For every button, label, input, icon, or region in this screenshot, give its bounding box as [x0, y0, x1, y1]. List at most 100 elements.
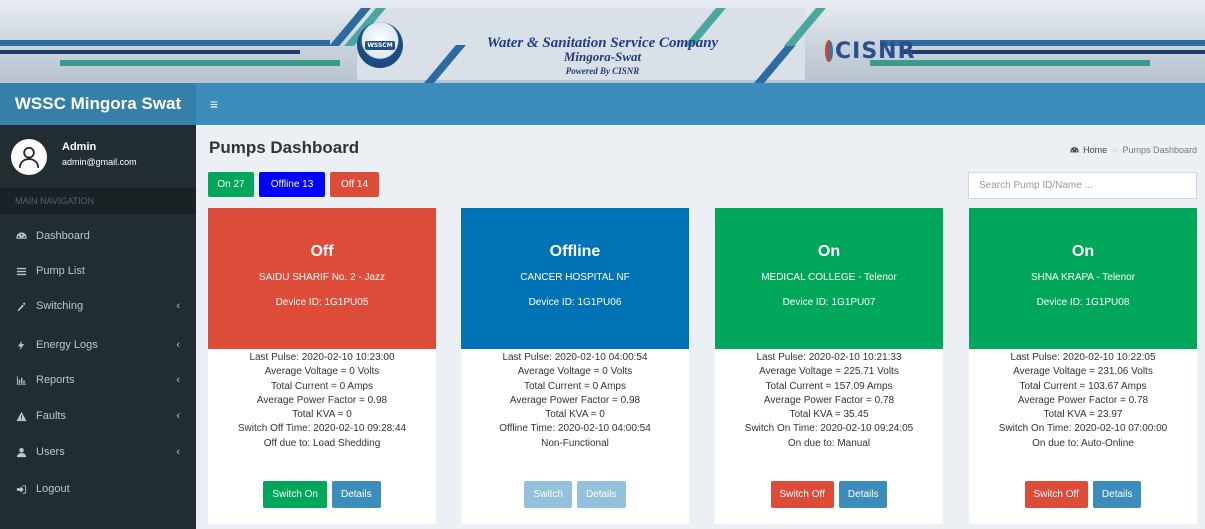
switch-button[interactable]: Switch On [263, 481, 327, 508]
page-title: Pumps Dashboard [209, 138, 360, 157]
breadcrumb: Home > Pumps Dashboard [1070, 145, 1197, 155]
pump-device-id: Device ID: 1G1PU07 [782, 297, 876, 308]
pump-card-header: On SHNA KRAPA - Telenor Device ID: 1G1PU08 [969, 208, 1197, 349]
pump-detail-line: Total Current = 0 Amps [271, 380, 373, 392]
search-input[interactable] [968, 172, 1197, 199]
bolt-icon [16, 340, 34, 351]
pump-detail-line: Average Voltage = 225.71 Volts [759, 366, 899, 378]
user-avatar-icon [18, 146, 40, 168]
switch-button[interactable]: Switch Off [1024, 481, 1088, 508]
user-icon [16, 447, 34, 458]
pump-detail-line: Switch On Time: 2020-02-10 09:24:05 [744, 423, 914, 435]
user-panel: Admin admin@gmail.com [0, 125, 196, 188]
nav-header: MAIN NAVIGATION [0, 188, 196, 214]
chevron-left-icon: ‹ [176, 339, 180, 351]
hamburger-icon[interactable]: ≡ [205, 95, 223, 113]
pump-detail-line: On due to: Auto-Online [1032, 437, 1134, 449]
cisnr-logo: CISNR [825, 38, 915, 64]
banner-stripe [0, 50, 300, 54]
switch-button[interactable]: Switch Off [770, 481, 834, 508]
breadcrumb-current: Pumps Dashboard [1122, 145, 1197, 155]
banner-stripe [60, 60, 340, 66]
pump-card: On SHNA KRAPA - Telenor Device ID: 1G1PU08… [969, 208, 1197, 524]
logout-icon [16, 484, 34, 495]
details-button[interactable]: Details [838, 481, 888, 508]
pump-detail-line: Last Pulse: 2020-02-10 10:23:00 [249, 352, 395, 363]
pump-name: CANCER HOSPITAL NF [520, 272, 630, 283]
pump-detail-line: Non-Functional [541, 437, 609, 449]
powered-by: Powered By CISNR [565, 66, 640, 76]
details-button[interactable]: Details [332, 481, 381, 508]
sidebar: Admin admin@gmail.com MAIN NAVIGATION Da… [0, 125, 196, 529]
sidebar-item-faults[interactable]: Faults ‹ [0, 401, 196, 431]
pump-card-header: Off SAIDU SHARIF No. 2 - Jazz Device ID: 1… [208, 208, 436, 349]
user-email: admin@gmail.com [62, 157, 137, 167]
pump-device-id: Device ID: 1G1PU08 [1036, 297, 1130, 308]
pump-detail-line: Total KVA = 0 [292, 409, 352, 421]
sidebar-item-label: Logout [36, 483, 70, 495]
pump-detail-line: Last Pulse: 2020-02-10 04:00:54 [502, 352, 648, 363]
pump-detail-line: Off due to: Load Shedding [263, 437, 381, 449]
breadcrumb-home-link[interactable]: Home [1070, 145, 1107, 155]
sidebar-item-logout[interactable]: Logout [0, 474, 196, 504]
filter-on-button[interactable]: On 27 [208, 172, 254, 197]
filter-off-button[interactable]: Off 14 [330, 172, 379, 197]
switch-button: Switch [524, 481, 572, 508]
chevron-left-icon: ‹ [176, 300, 180, 312]
pump-detail-line: Average Power Factor = 0.98 [509, 394, 641, 406]
sidebar-item-pump-list[interactable]: Pump List [0, 256, 196, 286]
banner-stripe [880, 40, 1205, 46]
pump-detail-line: Switch Off Time: 2020-02-10 09:28:44 [237, 423, 407, 435]
sidebar-item-label: Energy Logs [36, 339, 98, 351]
pump-card: Off SAIDU SHARIF No. 2 - Jazz Device ID: 1… [208, 208, 436, 524]
details-button[interactable]: Details [1092, 481, 1142, 508]
filter-offline-button[interactable]: Offline 13 [259, 172, 325, 197]
pump-detail-line: Last Pulse: 2020-02-10 10:21:33 [756, 352, 902, 363]
sidebar-item-energy-logs[interactable]: Energy Logs ‹ [0, 330, 196, 360]
pump-status: On [1071, 243, 1095, 260]
sidebar-item-label: Reports [36, 374, 75, 386]
pump-card: Offline CANCER HOSPITAL NF Device ID: 1G1P… [461, 208, 689, 524]
banner-title: Water & Sanitation Service Company Mingo… [470, 36, 735, 78]
dashboard-icon [16, 231, 34, 242]
sidebar-item-dashboard[interactable]: Dashboard [0, 221, 196, 251]
banner-stripe [900, 50, 1205, 54]
sidebar-item-users[interactable]: Users ‹ [0, 437, 196, 467]
chevron-left-icon: ‹ [176, 410, 180, 422]
pump-status: Off [310, 243, 334, 260]
pump-detail-line: Total KVA = 23.97 [1043, 409, 1123, 421]
pump-detail-line: Total KVA = 0 [545, 409, 605, 421]
banner-stripe [0, 40, 330, 46]
switch-icon [16, 301, 34, 312]
user-name: Admin [62, 141, 97, 153]
sidebar-item-label: Faults [36, 410, 66, 422]
app-brand[interactable]: WSSC Mingora Swat [0, 83, 196, 125]
dashboard-icon [1070, 146, 1079, 152]
pump-status: On [817, 243, 841, 260]
pump-detail-line: Average Power Factor = 0.98 [256, 394, 388, 406]
sidebar-item-switching[interactable]: Switching ‹ [0, 291, 196, 321]
pump-device-id: Device ID: 1G1PU06 [528, 297, 622, 308]
breadcrumb-separator: > [1112, 145, 1118, 155]
chevron-left-icon: ‹ [176, 374, 180, 386]
company-location: Mingora-Swat [563, 49, 642, 64]
pump-detail-line: Total Current = 0 Amps [524, 380, 626, 392]
pump-detail-line: Total Current = 103.67 Amps [1019, 380, 1147, 392]
pump-card: On MEDICAL COLLEGE - Telenor Device ID: 1G… [715, 208, 943, 524]
pump-device-id: Device ID: 1G1PU05 [275, 297, 369, 308]
pump-card-header: On MEDICAL COLLEGE - Telenor Device ID: 1G… [715, 208, 943, 349]
sidebar-item-reports[interactable]: Reports ‹ [0, 365, 196, 395]
pump-detail-line: Average Voltage = 0 Volts [264, 366, 380, 378]
wsscm-logo: WSSCM [357, 22, 403, 68]
logo-text: WSSCM [365, 40, 395, 50]
sidebar-item-label: Users [36, 446, 65, 458]
breadcrumb-home-label: Home [1083, 145, 1108, 155]
pump-detail-line: Last Pulse: 2020-02-10 10:22:05 [1010, 352, 1156, 363]
pump-name: SAIDU SHARIF No. 2 - Jazz [258, 272, 386, 283]
pump-actions: Switch Details [461, 481, 689, 508]
pump-status: Offline [549, 243, 601, 260]
pump-details: Last Pulse: 2020-02-10 10:23:00 Average V… [208, 351, 436, 451]
avatar [11, 139, 47, 175]
pump-name: SHNA KRAPA - Telenor [1030, 272, 1136, 283]
sidebar-item-label: Dashboard [36, 230, 90, 242]
